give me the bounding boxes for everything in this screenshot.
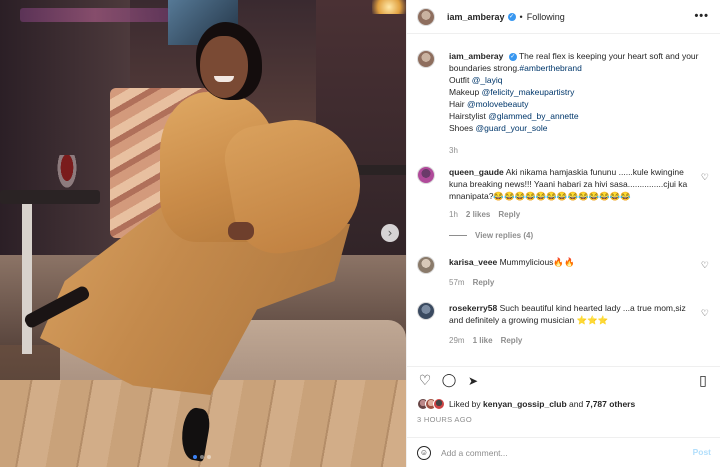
comment-avatar[interactable] (417, 302, 435, 320)
likes-text: Liked by kenyan_gossip_club and 7,787 ot… (449, 399, 635, 409)
caption-text: iam_amberay ✓ The real flex is keeping y… (449, 50, 699, 134)
comment-username[interactable]: karisa_veee (449, 257, 497, 267)
comment-like-heart-icon[interactable]: ♡ (701, 172, 709, 183)
follow-status-button[interactable]: Following (527, 12, 565, 22)
caption-line: Makeup (449, 87, 480, 97)
caption-line: Hairstylist (449, 111, 486, 121)
author-avatar[interactable] (417, 7, 435, 26)
hashtag-link[interactable]: #amberthebrand (519, 63, 581, 73)
caption-avatar[interactable] (417, 50, 435, 68)
mention-link[interactable]: @_layiq (472, 75, 503, 85)
carousel-dot-active (193, 455, 197, 459)
likes-prefix: Liked by (449, 399, 481, 409)
mention-link[interactable]: @molovebeauty (467, 99, 529, 109)
verified-badge-icon: ✓ (507, 12, 516, 21)
verified-badge-icon: ✓ (508, 52, 517, 61)
comment-time[interactable]: 1h (449, 210, 458, 219)
mention-link[interactable]: @glammed_by_annette (488, 111, 578, 121)
comment-likes-count[interactable]: 1 like (473, 336, 493, 345)
comment-reply-button[interactable]: Reply (473, 278, 495, 287)
photo-person (0, 0, 406, 467)
post-photo[interactable]: › (0, 0, 406, 467)
comments-list[interactable]: iam_amberay ✓ The real flex is keeping y… (407, 44, 720, 364)
mention-link[interactable]: @felicity_makeupartistry (482, 87, 575, 97)
liker-username[interactable]: kenyan_gossip_club (483, 399, 567, 409)
chevron-right-icon: › (387, 226, 393, 240)
comment-input[interactable] (441, 445, 671, 461)
separator-dot: • (519, 11, 523, 22)
view-replies-label: View replies (4) (475, 231, 534, 240)
caption-line: Outfit (449, 75, 470, 85)
more-options-icon[interactable]: ••• (694, 10, 709, 22)
carousel-next-button[interactable]: › (381, 224, 399, 242)
likes-summary: Liked by kenyan_gossip_club and 7,787 ot… (417, 398, 635, 410)
caption-username[interactable]: iam_amberay (449, 51, 503, 61)
post-header: iam_amberay ✓ • Following ••• (407, 0, 720, 34)
like-heart-icon[interactable]: ♡ (417, 373, 433, 389)
comment-reply-button[interactable]: Reply (498, 210, 520, 219)
caption-line: Shoes (449, 123, 474, 133)
comment-time[interactable]: 57m (449, 278, 465, 287)
comment-reply-button[interactable]: Reply (501, 336, 523, 345)
comment-meta: 1h 2 likes Reply (449, 210, 520, 219)
add-comment-bar: ☺ Post (407, 437, 720, 467)
comment-username[interactable]: queen_gaude (449, 167, 504, 177)
replies-divider (449, 235, 467, 236)
likes-others-count[interactable]: 7,787 others (586, 399, 636, 409)
post-comment-button[interactable]: Post (693, 447, 711, 457)
instagram-post-modal: › iam_amberay ✓ • Following ••• iam_ambe… (0, 0, 720, 467)
comment-meta: 57m Reply (449, 278, 494, 287)
share-icon[interactable]: ➤ (465, 373, 481, 389)
post-side-panel: iam_amberay ✓ • Following ••• iam_ambera… (406, 0, 720, 467)
comment-avatar[interactable] (417, 256, 435, 274)
caption-meta: 3h (449, 146, 458, 155)
comment-username[interactable]: rosekerry58 (449, 303, 497, 313)
mention-link[interactable]: @guard_your_sole (475, 123, 547, 133)
author-username[interactable]: iam_amberay (447, 12, 505, 22)
comment-time[interactable]: 29m (449, 336, 465, 345)
emoji-icon[interactable]: ☺ (417, 446, 431, 460)
caption-line: Hair (449, 99, 465, 109)
post-actions-bar: ♡ ◯ ➤ ▯ (407, 366, 720, 394)
comment-content: Mummylicious🔥🔥 (499, 257, 575, 267)
comment-like-heart-icon[interactable]: ♡ (701, 260, 709, 271)
comment-text: karisa_veee Mummylicious🔥🔥 (449, 256, 699, 268)
save-bookmark-icon[interactable]: ▯ (695, 373, 711, 389)
caption-time[interactable]: 3h (449, 146, 458, 155)
carousel-dot (207, 455, 211, 459)
liker-avatar (433, 398, 445, 410)
post-timestamp[interactable]: 3 HOURS AGO (417, 415, 472, 424)
comment-text: rosekerry58 Such beautiful kind hearted … (449, 302, 699, 326)
comment-icon[interactable]: ◯ (441, 373, 457, 389)
comment-meta: 29m 1 like Reply (449, 336, 522, 345)
comment-avatar[interactable] (417, 166, 435, 184)
comment-like-heart-icon[interactable]: ♡ (701, 308, 709, 319)
view-replies-button[interactable]: View replies (4) (449, 231, 533, 240)
comment-text: queen_gaude Aki nikama hamjaskia fununu … (449, 166, 699, 202)
carousel-indicator (193, 455, 211, 459)
likes-middle: and (569, 399, 584, 409)
carousel-dot (200, 455, 204, 459)
comment-likes-count[interactable]: 2 likes (466, 210, 490, 219)
